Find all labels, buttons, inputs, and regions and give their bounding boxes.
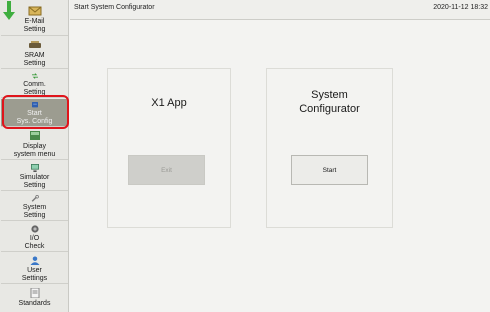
sidebar-item-io-check[interactable]: I/O Check	[1, 222, 68, 252]
sidebar-item-label: Comm. Setting	[23, 81, 46, 96]
wrench-icon	[31, 195, 39, 202]
page-title: Start System Configurator	[74, 4, 155, 11]
x1-app-title: X1 App	[151, 97, 187, 109]
user-icon	[30, 256, 39, 265]
sidebar-item-label: User Settings	[21, 267, 48, 282]
sidebar-item-label: System Setting	[22, 204, 47, 219]
datetime-display: 2020-11-12 18:32	[433, 4, 488, 11]
sidebar-item-sram-setting[interactable]: SRAM Setting	[1, 37, 68, 69]
email-icon	[28, 6, 41, 16]
sidebar-item-comm-setting[interactable]: Comm. Setting	[1, 70, 68, 98]
header-bar: Start System Configurator 2020-11-12 18:…	[70, 0, 490, 20]
sidebar-item-system-setting[interactable]: System Setting	[1, 192, 68, 221]
simulator-icon	[30, 164, 39, 172]
sidebar: E-Mail Setting SRAM Setting Comm. Settin…	[0, 0, 69, 312]
sidebar-item-standards[interactable]: Standards	[1, 285, 68, 312]
comm-icon	[31, 73, 38, 79]
sidebar-item-email-setting[interactable]: E-Mail Setting	[1, 0, 68, 36]
start-button[interactable]: Start	[291, 155, 368, 185]
display-icon	[29, 131, 40, 140]
system-configurator-title: System Configurator	[299, 89, 360, 115]
sysconfig-icon	[31, 102, 38, 108]
sidebar-item-label: E-Mail Setting	[23, 18, 46, 33]
sidebar-item-label: Standards	[18, 300, 51, 307]
sidebar-item-display-system-menu[interactable]: Display system menu	[1, 128, 68, 160]
sidebar-item-start-sys-config[interactable]: Start Sys. Config	[1, 99, 68, 127]
sidebar-item-label: Display system menu	[13, 143, 56, 158]
io-check-icon	[30, 225, 39, 233]
x1-app-panel: X1 App Exit	[107, 68, 231, 228]
sidebar-item-label: Simulator Setting	[19, 174, 50, 189]
sidebar-item-user-settings[interactable]: User Settings	[1, 253, 68, 284]
system-configurator-panel: System Configurator Start	[266, 68, 393, 228]
sidebar-item-simulator-setting[interactable]: Simulator Setting	[1, 161, 68, 191]
exit-button[interactable]: Exit	[128, 155, 205, 185]
sram-icon	[28, 41, 41, 48]
standards-icon	[30, 288, 39, 298]
sidebar-item-label: I/O Check	[24, 235, 45, 250]
sidebar-item-label: SRAM Setting	[23, 52, 46, 67]
main-content: X1 App Exit System Configurator Start	[70, 21, 490, 312]
sidebar-item-label: Start Sys. Config	[16, 110, 53, 125]
